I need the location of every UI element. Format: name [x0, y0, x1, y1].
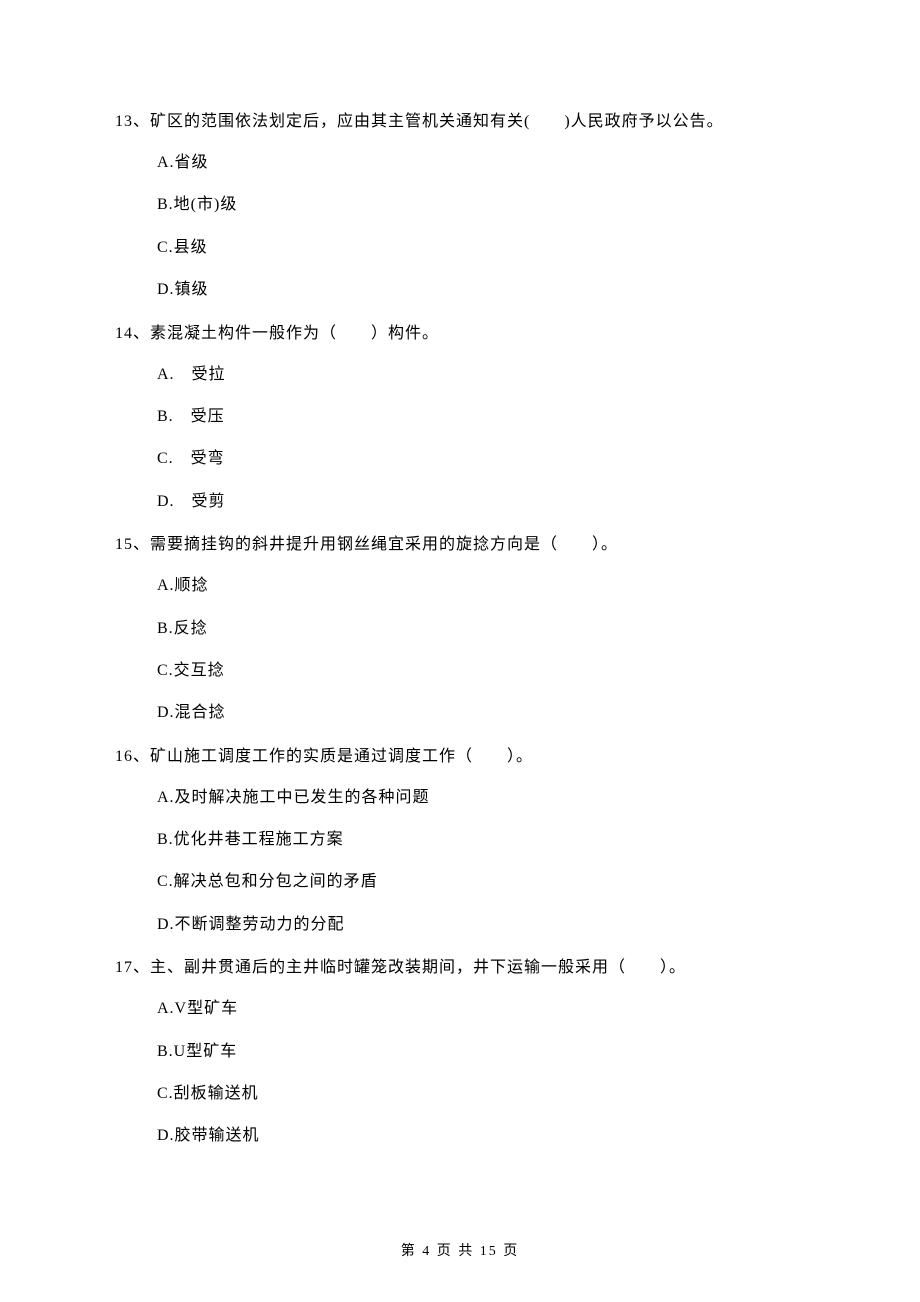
- question-13: 13、矿区的范围依法划定后，应由其主管机关通知有关( )人民政府予以公告。 A.…: [115, 110, 810, 302]
- option-b: B.地(市)级: [157, 194, 810, 216]
- question-stem: 16、矿山施工调度工作的实质是通过调度工作（ ）。: [115, 745, 810, 769]
- page-content: 13、矿区的范围依法划定后，应由其主管机关通知有关( )人民政府予以公告。 A.…: [0, 0, 920, 1148]
- option-d: D.混合捻: [157, 702, 810, 724]
- question-15: 15、需要摘挂钩的斜井提升用钢丝绳宜采用的旋捻方向是（ ）。 A.顺捻 B.反捻…: [115, 533, 810, 725]
- options-list: A. 受拉 B. 受压 C. 受弯 D. 受剪: [115, 364, 810, 514]
- question-17: 17、主、副井贯通后的主井临时罐笼改装期间，井下运输一般采用（ ）。 A.V型矿…: [115, 956, 810, 1148]
- option-a: A. 受拉: [157, 364, 810, 386]
- question-number: 17、: [115, 959, 150, 976]
- option-c: C.刮板输送机: [157, 1083, 810, 1105]
- option-a: A.及时解决施工中已发生的各种问题: [157, 787, 810, 809]
- question-stem: 15、需要摘挂钩的斜井提升用钢丝绳宜采用的旋捻方向是（ ）。: [115, 533, 810, 557]
- question-stem: 13、矿区的范围依法划定后，应由其主管机关通知有关( )人民政府予以公告。: [115, 110, 810, 134]
- option-b: B.优化井巷工程施工方案: [157, 829, 810, 851]
- page-footer: 第 4 页 共 15 页: [0, 1240, 920, 1260]
- question-number: 15、: [115, 536, 150, 553]
- options-list: A.V型矿车 B.U型矿车 C.刮板输送机 D.胶带输送机: [115, 998, 810, 1148]
- question-16: 16、矿山施工调度工作的实质是通过调度工作（ ）。 A.及时解决施工中已发生的各…: [115, 745, 810, 937]
- question-text: 素混凝土构件一般作为（ ）构件。: [150, 325, 439, 342]
- option-a: A.省级: [157, 152, 810, 174]
- option-d: D.镇级: [157, 279, 810, 301]
- option-c: C.交互捻: [157, 660, 810, 682]
- question-stem: 14、素混凝土构件一般作为（ ）构件。: [115, 322, 810, 346]
- question-text: 矿区的范围依法划定后，应由其主管机关通知有关( )人民政府予以公告。: [150, 113, 724, 130]
- question-number: 16、: [115, 748, 150, 765]
- option-d: D.不断调整劳动力的分配: [157, 914, 810, 936]
- option-c: C.县级: [157, 237, 810, 259]
- question-number: 14、: [115, 325, 150, 342]
- option-d: D. 受剪: [157, 491, 810, 513]
- question-number: 13、: [115, 113, 150, 130]
- question-stem: 17、主、副井贯通后的主井临时罐笼改装期间，井下运输一般采用（ ）。: [115, 956, 810, 980]
- options-list: A.及时解决施工中已发生的各种问题 B.优化井巷工程施工方案 C.解决总包和分包…: [115, 787, 810, 937]
- option-b: B.反捻: [157, 618, 810, 640]
- option-a: A.V型矿车: [157, 998, 810, 1020]
- option-b: B.U型矿车: [157, 1041, 810, 1063]
- question-text: 需要摘挂钩的斜井提升用钢丝绳宜采用的旋捻方向是（ ）。: [150, 536, 618, 553]
- question-text: 主、副井贯通后的主井临时罐笼改装期间，井下运输一般采用（ ）。: [150, 959, 686, 976]
- options-list: A.顺捻 B.反捻 C.交互捻 D.混合捻: [115, 575, 810, 725]
- option-d: D.胶带输送机: [157, 1125, 810, 1147]
- option-c: C. 受弯: [157, 448, 810, 470]
- option-b: B. 受压: [157, 406, 810, 428]
- question-text: 矿山施工调度工作的实质是通过调度工作（ ）。: [150, 748, 533, 765]
- option-a: A.顺捻: [157, 575, 810, 597]
- question-14: 14、素混凝土构件一般作为（ ）构件。 A. 受拉 B. 受压 C. 受弯 D.…: [115, 322, 810, 514]
- option-c: C.解决总包和分包之间的矛盾: [157, 871, 810, 893]
- options-list: A.省级 B.地(市)级 C.县级 D.镇级: [115, 152, 810, 302]
